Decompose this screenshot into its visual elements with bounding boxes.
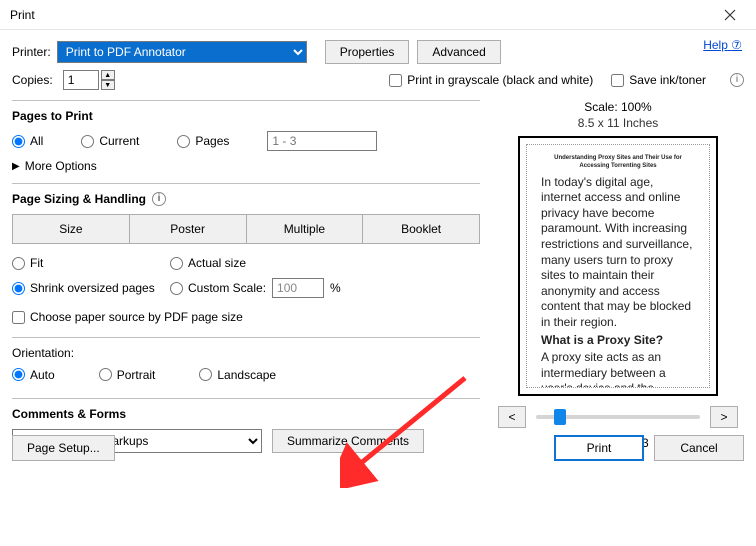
page-setup-button[interactable]: Page Setup... xyxy=(12,435,115,461)
preview-pane: Scale: 100% 8.5 x 11 Inches Understandin… xyxy=(480,100,744,463)
dialog-title: Print xyxy=(10,8,712,22)
pages-title: Pages to Print xyxy=(12,109,480,123)
copies-input[interactable] xyxy=(63,70,99,90)
pages-section: Pages to Print All Current Pages ▶More O… xyxy=(12,100,480,183)
pages-range-radio[interactable]: Pages xyxy=(177,134,229,148)
size-tab[interactable]: Size xyxy=(12,214,130,244)
fit-radio[interactable]: Fit xyxy=(12,256,170,270)
info-icon: i xyxy=(152,192,166,206)
prev-page-button[interactable]: < xyxy=(498,406,526,428)
copies-label: Copies: xyxy=(12,73,53,87)
preview-dimensions: 8.5 x 11 Inches xyxy=(492,116,744,130)
cancel-button[interactable]: Cancel xyxy=(654,435,744,461)
help-icon: ⑦ xyxy=(731,38,742,52)
printer-label: Printer: xyxy=(12,45,51,59)
page-slider[interactable] xyxy=(536,415,700,419)
info-icon: i xyxy=(730,73,744,87)
close-icon xyxy=(724,9,736,21)
custom-scale-input[interactable] xyxy=(272,278,324,298)
copies-spinner[interactable]: ▲▼ xyxy=(101,70,115,90)
help-link[interactable]: Help ⑦ xyxy=(703,38,742,52)
properties-button[interactable]: Properties xyxy=(325,40,410,64)
paper-source-checkbox[interactable]: Choose paper source by PDF page size xyxy=(12,310,243,324)
close-button[interactable] xyxy=(712,3,748,27)
chevron-right-icon: ▶ xyxy=(12,161,20,172)
poster-tab[interactable]: Poster xyxy=(130,214,247,244)
grayscale-checkbox[interactable]: Print in grayscale (black and white) xyxy=(389,73,593,87)
advanced-button[interactable]: Advanced xyxy=(417,40,500,64)
comments-title: Comments & Forms xyxy=(12,407,480,421)
more-options-toggle[interactable]: ▶More Options xyxy=(12,159,97,173)
pages-range-input[interactable] xyxy=(267,131,377,151)
pages-current-radio[interactable]: Current xyxy=(81,134,139,148)
pages-all-radio[interactable]: All xyxy=(12,134,43,148)
handling-section: Page Sizing & Handlingi Size Poster Mult… xyxy=(12,183,480,337)
shrink-radio[interactable]: Shrink oversized pages xyxy=(12,281,170,295)
slider-thumb[interactable] xyxy=(554,409,566,425)
save-ink-checkbox[interactable]: Save ink/toner xyxy=(611,73,706,87)
next-page-button[interactable]: > xyxy=(710,406,738,428)
titlebar: Print xyxy=(0,0,756,30)
orientation-portrait-radio[interactable]: Portrait xyxy=(99,368,156,382)
orientation-title: Orientation: xyxy=(12,346,480,360)
page-preview: Understanding Proxy Sites and Their Use … xyxy=(518,136,718,396)
preview-scale: Scale: 100% xyxy=(492,100,744,114)
actual-size-radio[interactable]: Actual size xyxy=(170,256,246,270)
custom-scale-radio[interactable]: Custom Scale: xyxy=(170,281,266,295)
print-button[interactable]: Print xyxy=(554,435,644,461)
multiple-tab[interactable]: Multiple xyxy=(247,214,364,244)
orientation-landscape-radio[interactable]: Landscape xyxy=(199,368,276,382)
orientation-auto-radio[interactable]: Auto xyxy=(12,368,55,382)
booklet-tab[interactable]: Booklet xyxy=(363,214,480,244)
handling-title: Page Sizing & Handlingi xyxy=(12,192,480,206)
orientation-section: Orientation: Auto Portrait Landscape xyxy=(12,337,480,398)
printer-select[interactable]: Print to PDF Annotator xyxy=(57,41,307,63)
